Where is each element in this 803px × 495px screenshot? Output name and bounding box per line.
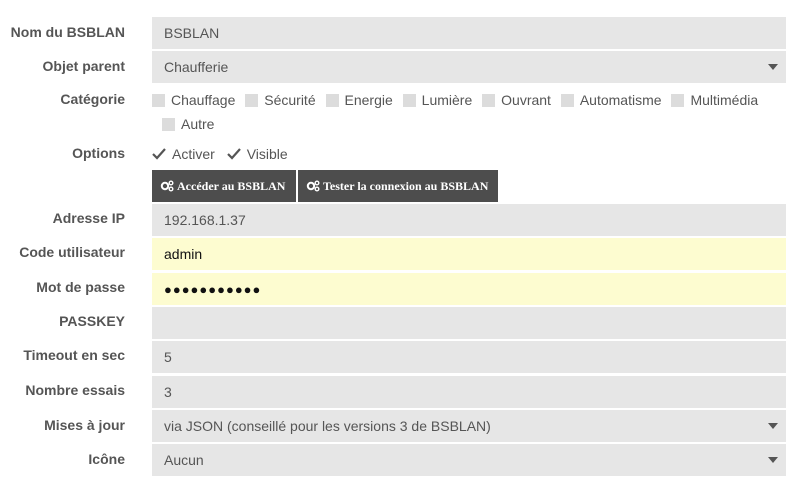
access-bsblan-button[interactable]: Accéder au BSBLAN [152,170,296,202]
passkey-input[interactable] [152,307,786,339]
user-input[interactable]: admin [152,238,786,270]
label-name: Nom du BSBLAN [10,24,125,40]
category-label: Sécurité [264,92,316,108]
updates-select[interactable]: via JSON (conseillé pour les versions 3 … [152,410,786,442]
retries-input[interactable]: 3 [152,376,786,408]
category-label: Autre [181,116,215,132]
label-passkey: PASSKEY [59,313,125,329]
ip-input-value: 192.168.1.37 [164,212,246,228]
password-input-value: ●●●●●●●●●●● [164,282,262,297]
category-ouvrant[interactable]: Ouvrant [482,91,551,115]
parent-select[interactable]: Chaufferie [152,51,786,83]
checkbox-unchecked-icon[interactable] [671,94,685,107]
label-retries: Nombre essais [25,382,125,398]
category-label: Chauffage [171,92,236,108]
category-autre[interactable]: Autre [162,115,214,139]
timeout-input[interactable]: 5 [152,341,786,373]
checkbox-unchecked-icon[interactable] [152,94,165,107]
updates-select-value: via JSON (conseillé pour les versions 3 … [164,418,491,434]
check-icon[interactable] [226,147,241,161]
label-timeout: Timeout en sec [23,347,125,363]
password-input[interactable]: ●●●●●●●●●●● [152,273,786,305]
caret-down-icon [768,423,778,429]
name-input-value: BSBLAN [164,25,220,41]
access-bsblan-label: Accéder au BSBLAN [177,179,286,193]
ip-input[interactable]: 192.168.1.37 [152,204,786,236]
retries-input-value: 3 [164,384,172,400]
check-icon[interactable] [152,147,166,161]
checkbox-unchecked-icon[interactable] [560,94,574,107]
checkbox-unchecked-icon[interactable] [245,94,259,107]
category-checkboxes: Chauffage Sécurité Energie Lumière Ouvra… [152,91,792,139]
checkbox-unchecked-icon[interactable] [402,94,416,107]
caret-down-icon [768,64,778,70]
label-password: Mot de passe [36,279,125,295]
caret-down-icon [768,457,778,463]
category-label: Multimédia [690,92,759,108]
category-chauffage[interactable]: Chauffage [152,91,235,115]
category-label: Automatisme [579,92,662,108]
category-label: Lumière [421,92,473,108]
icon-select-value: Aucun [164,452,204,468]
option-activer[interactable]: Activer [152,145,215,169]
cogs-icon [306,180,320,192]
label-parent: Objet parent [42,58,125,74]
cogs-icon [160,180,174,192]
option-label: Activer [172,146,215,162]
label-updates: Mises à jour [44,417,125,433]
category-label: Energie [344,92,393,108]
timeout-input-value: 5 [164,349,172,365]
label-icon: Icône [88,451,125,467]
category-multimedia[interactable]: Multimédia [671,91,758,115]
option-visible[interactable]: Visible [226,145,288,169]
option-label: Visible [246,146,288,162]
label-category: Catégorie [60,91,125,107]
test-connection-button[interactable]: Tester la connexion au BSBLAN [298,170,498,202]
icon-select[interactable]: Aucun [152,444,786,476]
label-user: Code utilisateur [19,244,125,260]
category-automatisme[interactable]: Automatisme [560,91,662,115]
checkbox-unchecked-icon[interactable] [482,94,496,107]
category-securite[interactable]: Sécurité [245,91,316,115]
parent-select-value: Chaufferie [164,59,229,75]
checkbox-unchecked-icon[interactable] [162,118,175,131]
user-input-value: admin [164,246,203,262]
options-checkboxes: Activer Visible [152,145,792,169]
label-ip: Adresse IP [52,210,125,226]
name-input[interactable]: BSBLAN [152,17,786,49]
checkbox-unchecked-icon[interactable] [325,94,339,107]
category-energie[interactable]: Energie [325,91,393,115]
test-connection-label: Tester la connexion au BSBLAN [323,179,489,193]
category-lumiere[interactable]: Lumière [402,91,473,115]
category-label: Ouvrant [501,92,551,108]
label-options: Options [72,145,125,161]
